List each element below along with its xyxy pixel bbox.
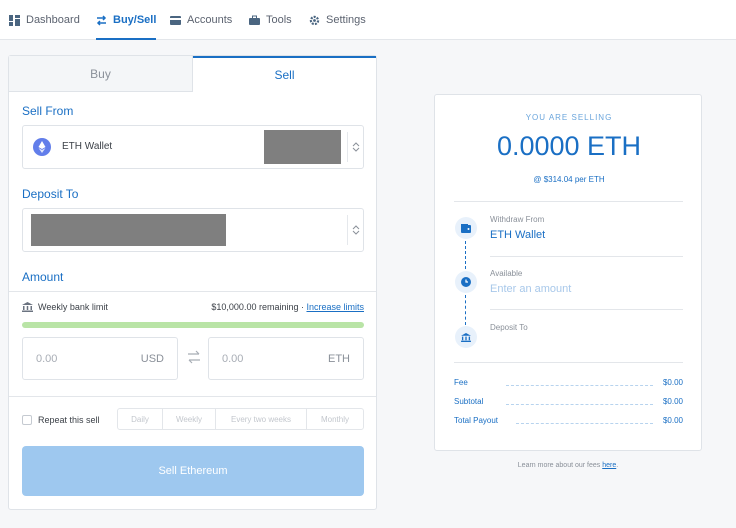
ethereum-icon	[33, 138, 51, 156]
briefcase-icon	[249, 15, 260, 25]
bank-limit-remaining: $10,000.00 remaining ·	[211, 302, 304, 312]
bank-icon	[455, 326, 477, 348]
fees-here-link[interactable]: here	[602, 462, 616, 469]
frequency-every-two-weeks[interactable]: Every two weeks	[216, 409, 307, 429]
withdraw-from-label: Withdraw From	[490, 215, 545, 224]
deposit-to-select[interactable]	[22, 208, 364, 252]
subtotal-leader	[506, 404, 653, 405]
sell-from-select[interactable]: ETH Wallet	[22, 125, 364, 169]
bank-limit-label: Weekly bank limit	[38, 302, 108, 312]
subtotal-label: Subtotal	[454, 397, 484, 406]
summary-deposit-to-label: Deposit To	[490, 323, 528, 332]
buy-sell-tabs: Buy Sell	[9, 56, 376, 92]
nav-dashboard-label: Dashboard	[26, 14, 80, 26]
tab-buy[interactable]: Buy	[9, 56, 193, 92]
deposit-to-label: Deposit To	[22, 187, 79, 201]
sell-ethereum-button[interactable]: Sell Ethereum	[22, 446, 364, 496]
available-label: Available	[490, 269, 523, 278]
fiat-currency: USD	[140, 353, 164, 365]
subtotal-value: $0.00	[662, 397, 683, 406]
nav-tools[interactable]: Tools	[249, 0, 292, 40]
fiat-amount-value: 0.00	[36, 353, 58, 365]
divider	[454, 362, 683, 363]
frequency-selector: Daily Weekly Every two weeks Monthly	[117, 408, 364, 430]
frequency-weekly[interactable]: Weekly	[163, 409, 216, 429]
divider	[454, 201, 683, 202]
divider	[490, 309, 683, 310]
summary-rate: @ $314.04 per ETH	[533, 175, 605, 184]
redacted-balance	[264, 130, 341, 164]
repeat-sell-label: Repeat this sell	[38, 415, 100, 425]
summary-kicker: YOU ARE SELLING	[525, 113, 613, 122]
bank-icon	[22, 302, 33, 312]
sell-from-value: ETH Wallet	[62, 141, 113, 152]
divider	[9, 396, 376, 397]
bank-limit-bar	[22, 322, 364, 328]
tab-sell[interactable]: Sell	[193, 56, 376, 92]
buy-sell-panel: Buy Sell Sell From ETH Wallet Deposit To…	[8, 55, 377, 510]
clock-icon	[455, 271, 477, 293]
nav-settings-label: Settings	[326, 14, 366, 26]
nav-settings[interactable]: Settings	[309, 0, 366, 40]
sell-from-label: Sell From	[22, 104, 74, 118]
total-payout-value: $0.00	[662, 416, 683, 425]
summary-amount: 0.0000 ETH	[496, 131, 642, 161]
bank-limit-row: Weekly bank limit $10,000.00 remaining ·…	[22, 302, 364, 316]
select-caret-icon	[347, 215, 363, 245]
withdraw-from-value: ETH Wallet	[490, 229, 546, 241]
crypto-currency: ETH	[328, 353, 350, 365]
fee-row: Fee $0.00	[454, 378, 683, 390]
fee-leader	[506, 385, 653, 386]
sell-summary-card: YOU ARE SELLING 0.0000 ETH @ $314.04 per…	[434, 94, 702, 451]
accounts-icon	[170, 15, 181, 25]
nav-dashboard[interactable]: Dashboard	[9, 0, 80, 40]
frequency-daily[interactable]: Daily	[118, 409, 163, 429]
dashboard-icon	[9, 14, 20, 26]
wallet-icon	[455, 217, 477, 239]
gear-icon	[309, 15, 320, 25]
amount-label: Amount	[22, 270, 64, 284]
step-connector	[465, 295, 466, 325]
increase-limits-link[interactable]: Increase limits	[306, 302, 364, 312]
redacted-account	[31, 214, 226, 246]
fees-footnote-text: Learn more about our fees	[517, 462, 601, 469]
crypto-amount-value: 0.00	[222, 353, 244, 365]
select-caret-icon	[347, 132, 363, 162]
nav-tools-label: Tools	[266, 14, 292, 26]
divider	[9, 291, 376, 292]
total-payout-row: Total Payout $0.00	[454, 416, 683, 428]
top-nav: Dashboard Buy/Sell Accounts Tools Settin…	[0, 0, 736, 40]
step-connector	[465, 241, 466, 269]
nav-accounts-label: Accounts	[187, 14, 233, 26]
swap-arrows-icon	[96, 14, 107, 26]
nav-buy-sell[interactable]: Buy/Sell	[96, 0, 157, 40]
fee-label: Fee	[454, 378, 468, 387]
frequency-monthly[interactable]: Monthly	[307, 409, 363, 429]
fee-value: $0.00	[662, 378, 683, 387]
swap-arrows-icon[interactable]	[187, 350, 201, 364]
repeat-sell-row: Repeat this sell	[22, 415, 100, 425]
subtotal-row: Subtotal $0.00	[454, 397, 683, 409]
total-payout-label: Total Payout	[454, 416, 499, 425]
divider	[490, 256, 683, 257]
nav-buy-sell-label: Buy/Sell	[113, 14, 157, 26]
fees-footnote: Learn more about our fees here.	[517, 462, 619, 469]
fiat-amount-input[interactable]: 0.00 USD	[22, 337, 178, 380]
crypto-amount-input[interactable]: 0.00 ETH	[208, 337, 364, 380]
repeat-sell-checkbox[interactable]	[22, 415, 32, 425]
available-value: Enter an amount	[490, 283, 572, 295]
total-payout-leader	[516, 423, 653, 424]
nav-accounts[interactable]: Accounts	[170, 0, 232, 40]
